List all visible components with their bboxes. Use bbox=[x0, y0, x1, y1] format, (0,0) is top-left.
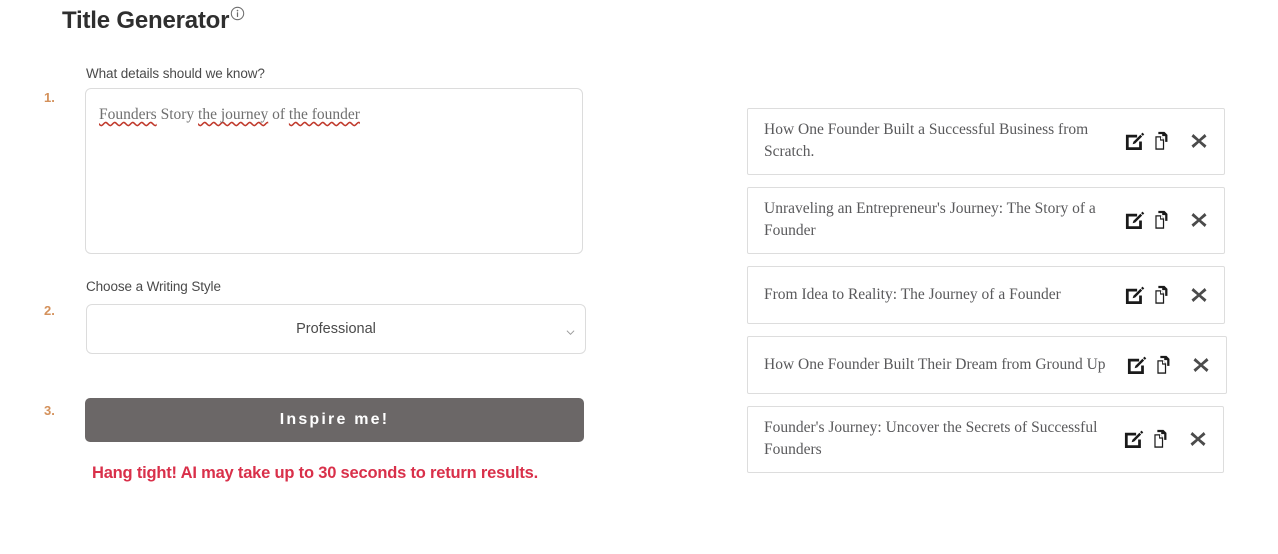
copy-icon[interactable] bbox=[1151, 284, 1172, 306]
inspire-me-button[interactable]: Inspire me! bbox=[85, 398, 584, 442]
result-card: Unraveling an Entrepreneur's Journey: Th… bbox=[747, 186, 1225, 254]
copy-icon[interactable] bbox=[1150, 428, 1171, 450]
result-card: How One Founder Built a Successful Busin… bbox=[747, 108, 1225, 175]
details-label: What details should we know? bbox=[86, 66, 265, 81]
details-textarea[interactable] bbox=[85, 88, 583, 254]
writing-style-select[interactable]: Professional bbox=[86, 304, 586, 354]
results-list: How One Founder Built a Successful Busin… bbox=[747, 108, 1227, 485]
result-card-actions bbox=[1125, 354, 1214, 376]
result-title: From Idea to Reality: The Journey of a F… bbox=[764, 285, 1061, 303]
close-x-icon[interactable] bbox=[1190, 211, 1208, 229]
step-number-1: 1. bbox=[44, 90, 55, 105]
result-card: How One Founder Built Their Dream from G… bbox=[747, 335, 1227, 394]
result-card: Founder's Journey: Uncover the Secrets o… bbox=[747, 405, 1224, 473]
edit-pencil-icon[interactable] bbox=[1123, 284, 1145, 306]
close-x-icon[interactable] bbox=[1189, 430, 1207, 448]
writing-style-label: Choose a Writing Style bbox=[86, 279, 221, 294]
edit-pencil-icon[interactable] bbox=[1123, 130, 1145, 152]
result-title: How One Founder Built a Successful Busin… bbox=[764, 121, 1089, 161]
result-card-actions bbox=[1123, 130, 1212, 152]
edit-pencil-icon[interactable] bbox=[1123, 209, 1145, 231]
result-card-actions bbox=[1123, 209, 1212, 231]
writing-style-field[interactable]: Professional bbox=[86, 304, 586, 354]
close-x-icon[interactable] bbox=[1190, 132, 1208, 150]
edit-pencil-icon[interactable] bbox=[1125, 354, 1147, 376]
copy-icon[interactable] bbox=[1151, 209, 1172, 231]
copy-icon[interactable] bbox=[1151, 130, 1172, 152]
result-title: How One Founder Built Their Dream from G… bbox=[764, 355, 1106, 373]
close-x-icon[interactable] bbox=[1192, 356, 1210, 374]
result-card: From Idea to Reality: The Journey of a F… bbox=[747, 265, 1225, 324]
step-number-2: 2. bbox=[44, 303, 55, 318]
copy-icon[interactable] bbox=[1153, 354, 1174, 376]
result-card-actions bbox=[1123, 284, 1212, 306]
result-title: Unraveling an Entrepreneur's Journey: Th… bbox=[764, 199, 1096, 240]
result-card-actions bbox=[1122, 428, 1211, 450]
wait-notice: Hang tight! AI may take up to 30 seconds… bbox=[91, 464, 538, 482]
result-title: Founder's Journey: Uncover the Secrets o… bbox=[764, 418, 1098, 459]
edit-pencil-icon[interactable] bbox=[1122, 428, 1144, 450]
close-x-icon[interactable] bbox=[1190, 286, 1208, 304]
generator-form: 1. 2. 3. What details should we know? Fo… bbox=[0, 0, 640, 554]
step-number-3: 3. bbox=[44, 403, 55, 418]
